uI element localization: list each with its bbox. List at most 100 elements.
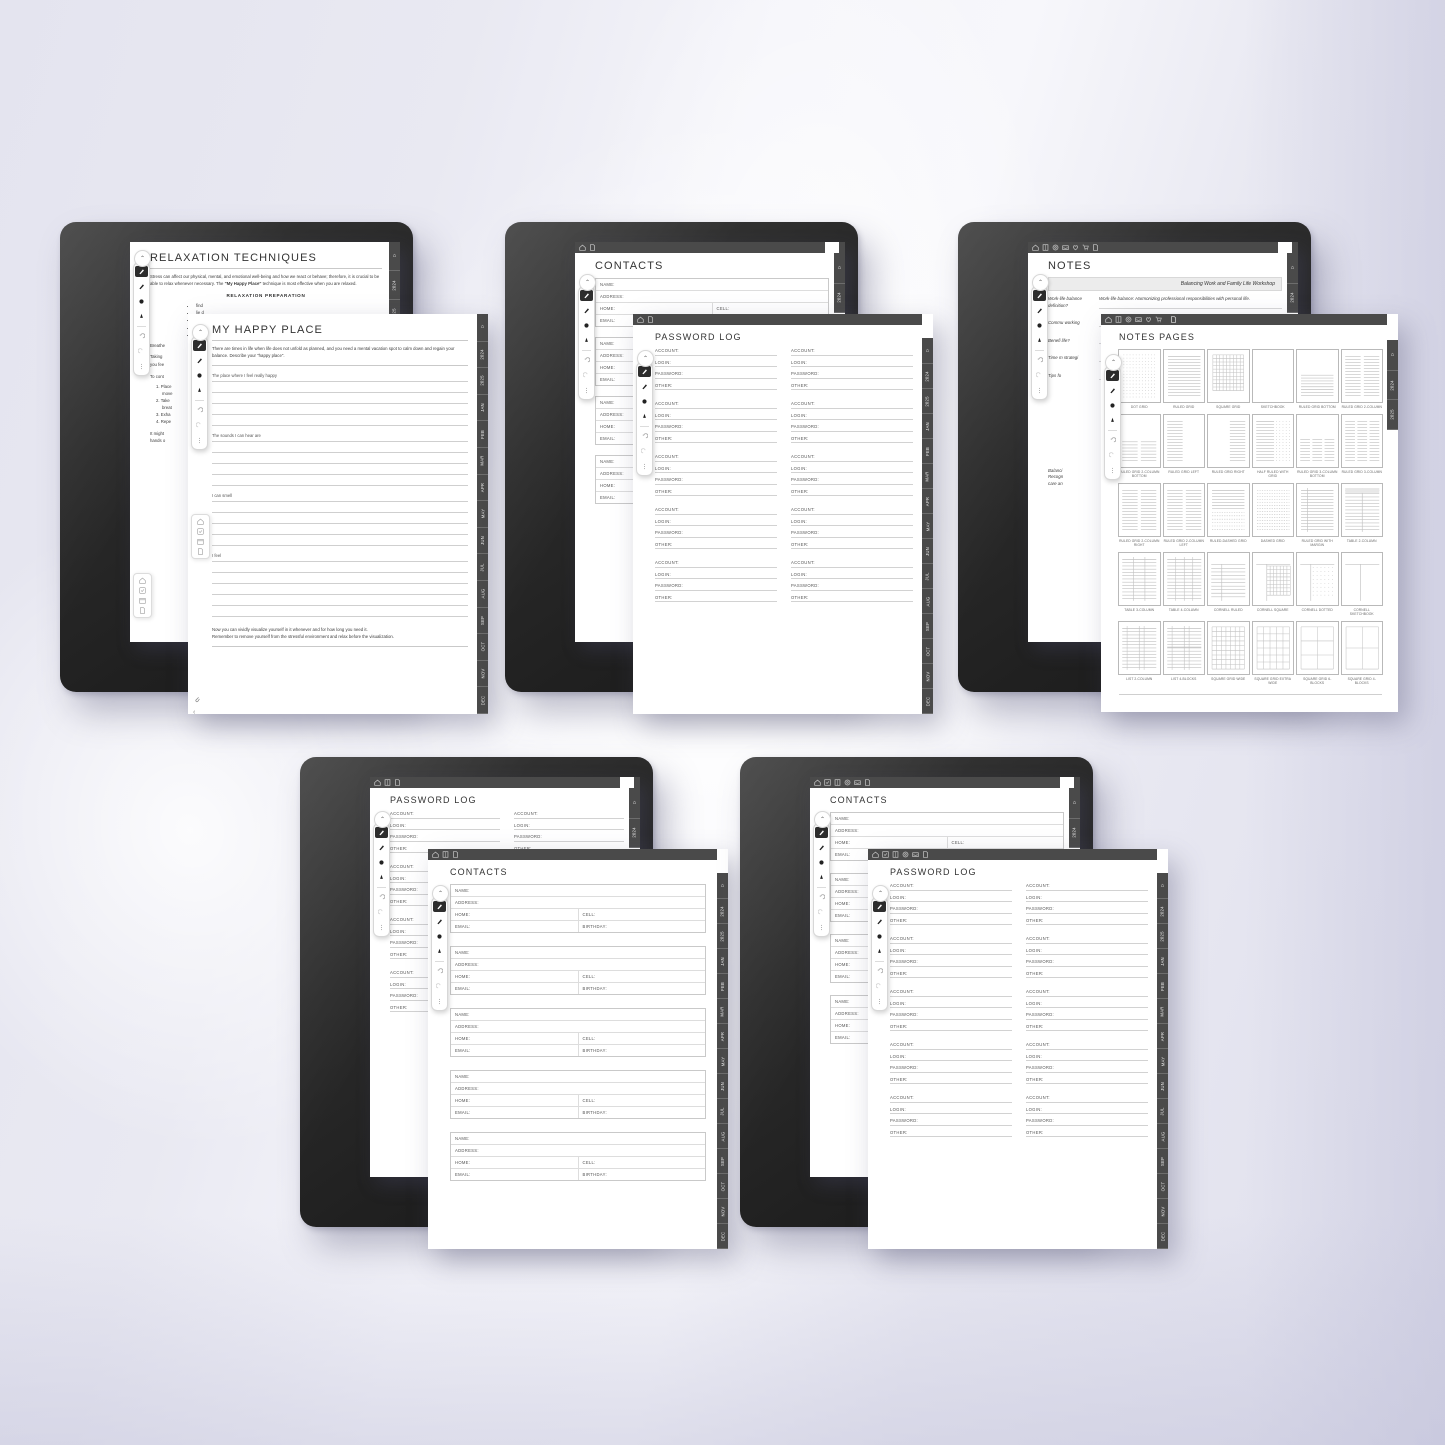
email-field[interactable]: EMAIL: — [451, 1107, 579, 1118]
password-entry[interactable]: ACCOUNT: LOGIN: PASSWORD: OTHER: — [655, 454, 777, 496]
account-field[interactable]: ACCOUNT: — [890, 989, 1012, 997]
account-field[interactable]: ACCOUNT: — [791, 560, 913, 568]
book-icon[interactable] — [834, 779, 841, 786]
password-field[interactable]: PASSWORD: — [514, 834, 624, 842]
inbox-icon[interactable] — [1062, 244, 1069, 251]
target-icon[interactable] — [1125, 316, 1132, 323]
page-icon[interactable] — [589, 244, 596, 251]
write-line[interactable] — [212, 605, 468, 607]
pen-toolbar[interactable]: ⌃ — [431, 885, 449, 1011]
brush-tool[interactable] — [433, 946, 446, 957]
page-icon[interactable] — [1092, 244, 1099, 251]
write-line[interactable] — [212, 425, 468, 427]
login-field[interactable]: LOGIN: — [1026, 895, 1148, 902]
other-field[interactable]: OTHER: — [791, 595, 913, 602]
password-entry[interactable]: ACCOUNT: LOGIN: PASSWORD: OTHER: — [791, 348, 913, 390]
marker-tool[interactable] — [375, 842, 388, 853]
template-card[interactable]: RULED GRID RIGHT — [1207, 414, 1250, 478]
attach-icon[interactable] — [193, 690, 201, 708]
more-icon[interactable] — [1106, 465, 1119, 476]
password-log-page[interactable]: ‹ ⌂ 2024 2025 JAN FEB MAR APR MAY JUN JU… — [633, 314, 933, 714]
email-field[interactable]: EMAIL: — [451, 921, 579, 932]
more-icon[interactable] — [580, 385, 593, 396]
template-card[interactable]: TABLE 3-COLUMN — [1118, 552, 1161, 616]
highlighter-tool[interactable] — [193, 370, 206, 381]
account-field[interactable]: ACCOUNT: — [890, 1095, 1012, 1103]
pen-toolbar[interactable]: ⌃ — [191, 324, 209, 450]
write-line[interactable] — [212, 512, 468, 514]
chevron-up-icon[interactable]: ⌃ — [579, 274, 596, 291]
home-icon[interactable] — [1105, 316, 1112, 323]
account-field[interactable]: ACCOUNT: — [655, 401, 777, 409]
contact-card[interactable]: NAME: ADDRESS: HOME:CELL: EMAIL:BIRTHDAY… — [450, 884, 706, 933]
template-thumbnail-list2[interactable] — [1118, 621, 1161, 676]
write-line[interactable] — [212, 534, 468, 536]
highlighter-tool[interactable] — [873, 931, 886, 942]
template-card[interactable]: TABLE 2-COLUMN — [1340, 483, 1383, 547]
template-thumbnail-ruled-3col-bottom[interactable] — [1296, 414, 1339, 468]
password-entry[interactable]: ACCOUNT: LOGIN: PASSWORD: OTHER: — [890, 1095, 1012, 1137]
write-line[interactable] — [212, 452, 468, 454]
password-entry[interactable]: ACCOUNT: LOGIN: PASSWORD: OTHER: — [791, 454, 913, 496]
more-icon[interactable] — [815, 922, 828, 933]
template-card[interactable]: SQUARE GRID 4-BLOCKS — [1340, 621, 1383, 685]
template-card[interactable]: RULED GRID 3-COLUMN — [1340, 414, 1383, 478]
target-icon[interactable] — [844, 779, 851, 786]
page-toolbar[interactable] — [1028, 242, 1298, 253]
pen-toolbar[interactable]: ⌃ — [1031, 274, 1049, 400]
template-card[interactable]: SQUARE GRID WIDE — [1207, 621, 1250, 685]
password-entry[interactable]: ACCOUNT: LOGIN: PASSWORD: OTHER: — [1026, 883, 1148, 925]
password-field[interactable]: PASSWORD: — [890, 959, 1012, 967]
password-field[interactable]: PASSWORD: — [655, 530, 777, 538]
password-entry[interactable]: ACCOUNT: LOGIN: PASSWORD: OTHER: — [655, 560, 777, 602]
write-line[interactable] — [212, 441, 468, 443]
home-icon[interactable] — [579, 244, 586, 251]
highlighter-tool[interactable] — [375, 857, 388, 868]
template-card[interactable]: RULED GRID BOTTOM — [1296, 349, 1339, 409]
login-field[interactable]: LOGIN: — [655, 466, 777, 473]
page-icon[interactable] — [197, 548, 204, 555]
contact-card[interactable]: NAME: ADDRESS: HOME:CELL: EMAIL:BIRTHDAY… — [450, 1008, 706, 1057]
password-field[interactable]: PASSWORD: — [1026, 1118, 1148, 1126]
template-thumbnail-cornell-square[interactable] — [1251, 552, 1294, 607]
more-icon[interactable] — [873, 996, 886, 1007]
home-field[interactable]: HOME: — [451, 1033, 579, 1044]
other-field[interactable]: OTHER: — [890, 1130, 1012, 1137]
login-field[interactable]: LOGIN: — [390, 823, 500, 830]
pen-toolbar[interactable]: ⌃ — [373, 811, 391, 937]
marker-tool[interactable] — [815, 842, 828, 853]
redo-icon[interactable] — [638, 446, 651, 457]
pen-toolbar[interactable]: ⌃ — [813, 811, 831, 937]
other-field[interactable]: OTHER: — [890, 1024, 1012, 1031]
page-icon[interactable] — [647, 316, 654, 323]
password-entry[interactable]: ACCOUNT: LOGIN: PASSWORD: OTHER: — [791, 560, 913, 602]
marker-tool[interactable] — [1033, 305, 1046, 316]
book-icon[interactable] — [892, 851, 899, 858]
template-thumbnail-ruled-left[interactable] — [1162, 414, 1205, 468]
contact-card[interactable]: NAME: ADDRESS: HOME:CELL: EMAIL:BIRTHDAY… — [450, 946, 706, 995]
pen-tool[interactable] — [815, 827, 828, 838]
pen-tool[interactable] — [375, 827, 388, 838]
cell-field[interactable]: CELL: — [579, 1095, 706, 1106]
login-field[interactable]: LOGIN: — [1026, 1054, 1148, 1061]
write-line[interactable] — [212, 474, 468, 476]
account-field[interactable]: ACCOUNT: — [1026, 989, 1148, 997]
template-thumbnail-ruled-2col-left[interactable] — [1162, 483, 1205, 538]
password-entry[interactable]: ACCOUNT: LOGIN: PASSWORD: OTHER: — [1026, 936, 1148, 978]
template-thumbnail-table3[interactable] — [1118, 552, 1161, 607]
password-field[interactable]: PASSWORD: — [655, 371, 777, 379]
account-field[interactable]: ACCOUNT: — [390, 811, 500, 819]
undo-icon[interactable] — [1033, 355, 1046, 366]
address-field[interactable]: ADDRESS: — [451, 1145, 705, 1156]
highlighter-tool[interactable] — [433, 931, 446, 942]
password-entry[interactable]: ACCOUNT: LOGIN: PASSWORD: OTHER: — [1026, 989, 1148, 1031]
pen-tool[interactable] — [1033, 290, 1046, 301]
account-field[interactable]: ACCOUNT: — [791, 507, 913, 515]
undo-icon[interactable] — [433, 966, 446, 977]
other-field[interactable]: OTHER: — [791, 542, 913, 549]
book-icon[interactable] — [442, 851, 449, 858]
highlighter-tool[interactable] — [580, 320, 593, 331]
password-entry[interactable]: ACCOUNT: LOGIN: PASSWORD: OTHER: — [791, 507, 913, 549]
page-toolbar[interactable] — [575, 242, 845, 253]
more-icon[interactable] — [375, 922, 388, 933]
